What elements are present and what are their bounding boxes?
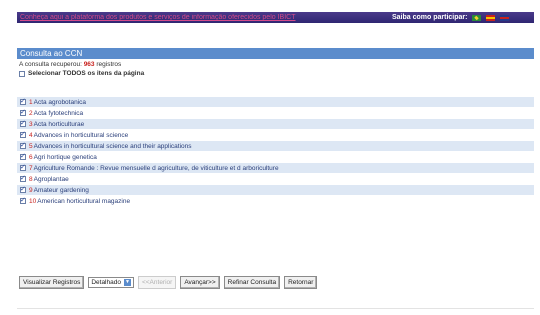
item-title[interactable]: Agri hortique genetica	[34, 154, 97, 161]
item-number: 2	[29, 109, 33, 117]
format-select[interactable]: Detalhado ▼	[88, 277, 134, 288]
list-item[interactable]: 7 Agriculture Romande : Revue mensuelle …	[17, 163, 534, 174]
item-number: 4	[29, 131, 33, 139]
summary-prefix: A consulta recuperou:	[19, 61, 82, 68]
list-item[interactable]: 5 Advances in horticultural science and …	[17, 141, 534, 152]
item-checkbox[interactable]	[20, 130, 26, 138]
brazil-flag-icon[interactable]	[472, 14, 482, 21]
item-checkbox[interactable]	[20, 196, 26, 204]
back-button[interactable]: Retornar	[284, 276, 318, 289]
spain-flag-icon[interactable]	[486, 14, 496, 21]
item-title[interactable]: Advances in horticultural science	[34, 132, 129, 139]
next-button[interactable]: Avançar>>	[180, 276, 220, 289]
item-number: 5	[29, 142, 33, 150]
panel-title: Consulta ao CCN	[17, 48, 534, 59]
result-count: 963	[83, 61, 95, 68]
list-item[interactable]: 10 American horticultural magazine	[17, 196, 534, 207]
item-checkbox[interactable]	[20, 174, 26, 182]
item-number: 1	[29, 98, 33, 106]
list-item[interactable]: 4 Advances in horticultural science	[17, 130, 534, 141]
item-title[interactable]: Agroplantae	[34, 176, 69, 183]
list-item[interactable]: 8 Agroplantae	[17, 174, 534, 185]
item-number: 7	[29, 164, 33, 172]
previous-button[interactable]: <<Anterior	[137, 276, 177, 289]
summary-suffix: registros	[96, 61, 122, 68]
item-title[interactable]: Acta agrobotanica	[34, 99, 86, 106]
item-checkbox[interactable]	[20, 152, 26, 160]
item-title[interactable]: Amateur gardening	[34, 187, 89, 194]
item-number: 3	[29, 120, 33, 128]
select-all-checkbox[interactable]	[19, 70, 25, 77]
list-item[interactable]: 2 Acta fytotechnica	[17, 108, 534, 119]
item-title[interactable]: Acta horticulturae	[34, 121, 85, 128]
item-checkbox[interactable]	[20, 141, 26, 149]
select-all-row[interactable]: Selecionar TODOS os itens da página	[19, 70, 144, 77]
item-number: 10	[29, 197, 37, 205]
item-number: 9	[29, 186, 33, 194]
top-bar: Conheça aqui a plataforma dos produtos e…	[17, 12, 534, 23]
list-item[interactable]: 9 Amateur gardening	[17, 185, 534, 196]
chevron-down-icon[interactable]: ▼	[123, 279, 131, 286]
results-list: 1 Acta agrobotanica 2 Acta fytotechnica …	[17, 97, 534, 207]
select-all-label: Selecionar TODOS os itens da página	[28, 70, 145, 77]
item-number: 8	[29, 175, 33, 183]
item-number: 6	[29, 153, 33, 161]
list-item[interactable]: 6 Agri hortique genetica	[17, 152, 534, 163]
format-select-value: Detalhado	[91, 279, 121, 286]
refine-search-button[interactable]: Refinar Consulta	[223, 276, 281, 289]
uk-flag-icon[interactable]	[500, 14, 510, 21]
item-title[interactable]: Advances in horticultural science and th…	[34, 143, 192, 150]
join-label: Saiba como participar:	[392, 14, 468, 21]
result-summary: A consulta recuperou: 963 registros	[19, 61, 121, 68]
item-checkbox[interactable]	[20, 97, 26, 105]
list-item[interactable]: 1 Acta agrobotanica	[17, 97, 534, 108]
action-bar: Visualizar Registros Detalhado ▼ <<Anter…	[19, 276, 321, 289]
item-checkbox[interactable]	[20, 163, 26, 171]
item-checkbox[interactable]	[20, 185, 26, 193]
item-title[interactable]: Acta fytotechnica	[34, 110, 84, 117]
item-title[interactable]: American horticultural magazine	[37, 198, 130, 205]
item-checkbox[interactable]	[20, 119, 26, 127]
divider	[17, 308, 534, 309]
item-checkbox[interactable]	[20, 108, 26, 116]
ibict-banner-link[interactable]: Conheça aqui a plataforma dos produtos e…	[17, 14, 380, 21]
view-records-button[interactable]: Visualizar Registros	[19, 276, 85, 289]
list-item[interactable]: 3 Acta horticulturae	[17, 119, 534, 130]
item-title[interactable]: Agriculture Romande : Revue mensuelle d …	[34, 165, 279, 172]
